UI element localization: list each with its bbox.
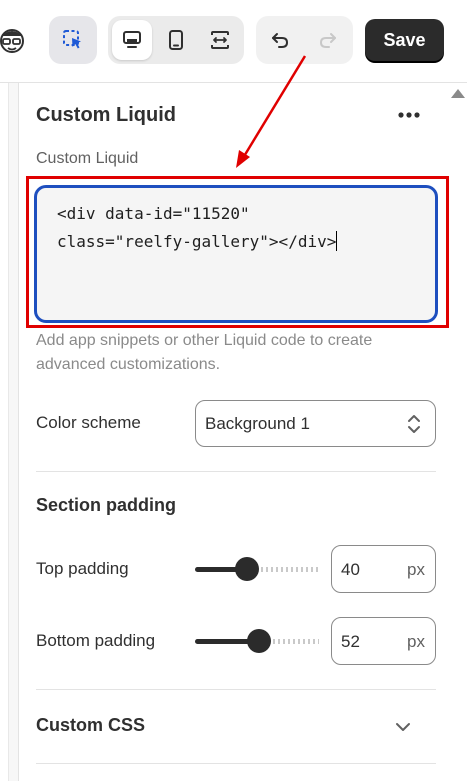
top-padding-slider[interactable]: [195, 557, 319, 581]
divider: [36, 763, 436, 764]
inspect-button[interactable]: [49, 16, 97, 64]
slider-track: [273, 639, 319, 644]
redo-button[interactable]: [306, 20, 350, 60]
redo-icon: [319, 33, 336, 48]
desktop-view-button[interactable]: [112, 20, 152, 60]
divider: [36, 689, 436, 690]
bottom-padding-label: Bottom padding: [36, 631, 156, 650]
color-scheme-select[interactable]: Background 1: [195, 400, 436, 447]
slider-track: [261, 567, 319, 572]
section-padding-heading: Section padding: [36, 495, 177, 515]
section-settings-panel: Custom Liquid Custom Liquid <div data-id…: [19, 83, 449, 781]
more-actions-button[interactable]: [395, 103, 423, 127]
custom-liquid-help-text: Add app snippets or other Liquid code to…: [36, 332, 373, 373]
slider-thumb[interactable]: [247, 629, 271, 653]
undo-icon: [272, 33, 289, 48]
editor-toolbar: Save: [0, 0, 467, 83]
viewport-toggle-group: [108, 16, 244, 64]
desktop-icon: [123, 31, 141, 48]
history-group: [256, 16, 353, 64]
mobile-view-button[interactable]: [156, 20, 196, 60]
scroll-up-arrow-icon[interactable]: [451, 89, 465, 98]
custom-css-heading[interactable]: Custom CSS: [36, 715, 145, 736]
panel-title: Custom Liquid: [36, 104, 176, 126]
custom-liquid-label: Custom Liquid: [36, 150, 139, 167]
chevron-down-icon[interactable]: [393, 717, 413, 737]
bottom-padding-input[interactable]: 52 px: [331, 617, 436, 665]
inspect-icon: [63, 30, 81, 49]
mobile-icon: [169, 30, 183, 50]
top-padding-value: 40: [341, 560, 360, 579]
fullwidth-icon: [211, 31, 229, 49]
preview-edge: [0, 83, 9, 781]
panel-scrollbar[interactable]: [447, 83, 467, 781]
save-button[interactable]: Save: [365, 19, 444, 61]
avatar-icon[interactable]: [0, 22, 30, 58]
code-text: <div data-id="11520" class="reelfy-galle…: [57, 204, 337, 251]
slider-thumb[interactable]: [235, 557, 259, 581]
color-scheme-value: Background 1: [205, 413, 310, 433]
top-padding-unit: px: [407, 560, 425, 579]
undo-button[interactable]: [258, 20, 302, 60]
more-horizontal-icon: [398, 112, 420, 118]
top-padding-input[interactable]: 40 px: [331, 545, 436, 593]
bottom-padding-value: 52: [341, 632, 360, 651]
top-padding-label: Top padding: [36, 559, 129, 578]
color-scheme-label: Color scheme: [36, 413, 141, 432]
bottom-padding-unit: px: [407, 632, 425, 651]
select-arrows-icon: [408, 415, 420, 433]
custom-liquid-code-field[interactable]: <div data-id="11520" class="reelfy-galle…: [34, 185, 438, 323]
divider: [36, 471, 436, 472]
bottom-padding-slider[interactable]: [195, 629, 319, 653]
fullwidth-view-button[interactable]: [200, 20, 240, 60]
text-caret: [336, 231, 338, 251]
